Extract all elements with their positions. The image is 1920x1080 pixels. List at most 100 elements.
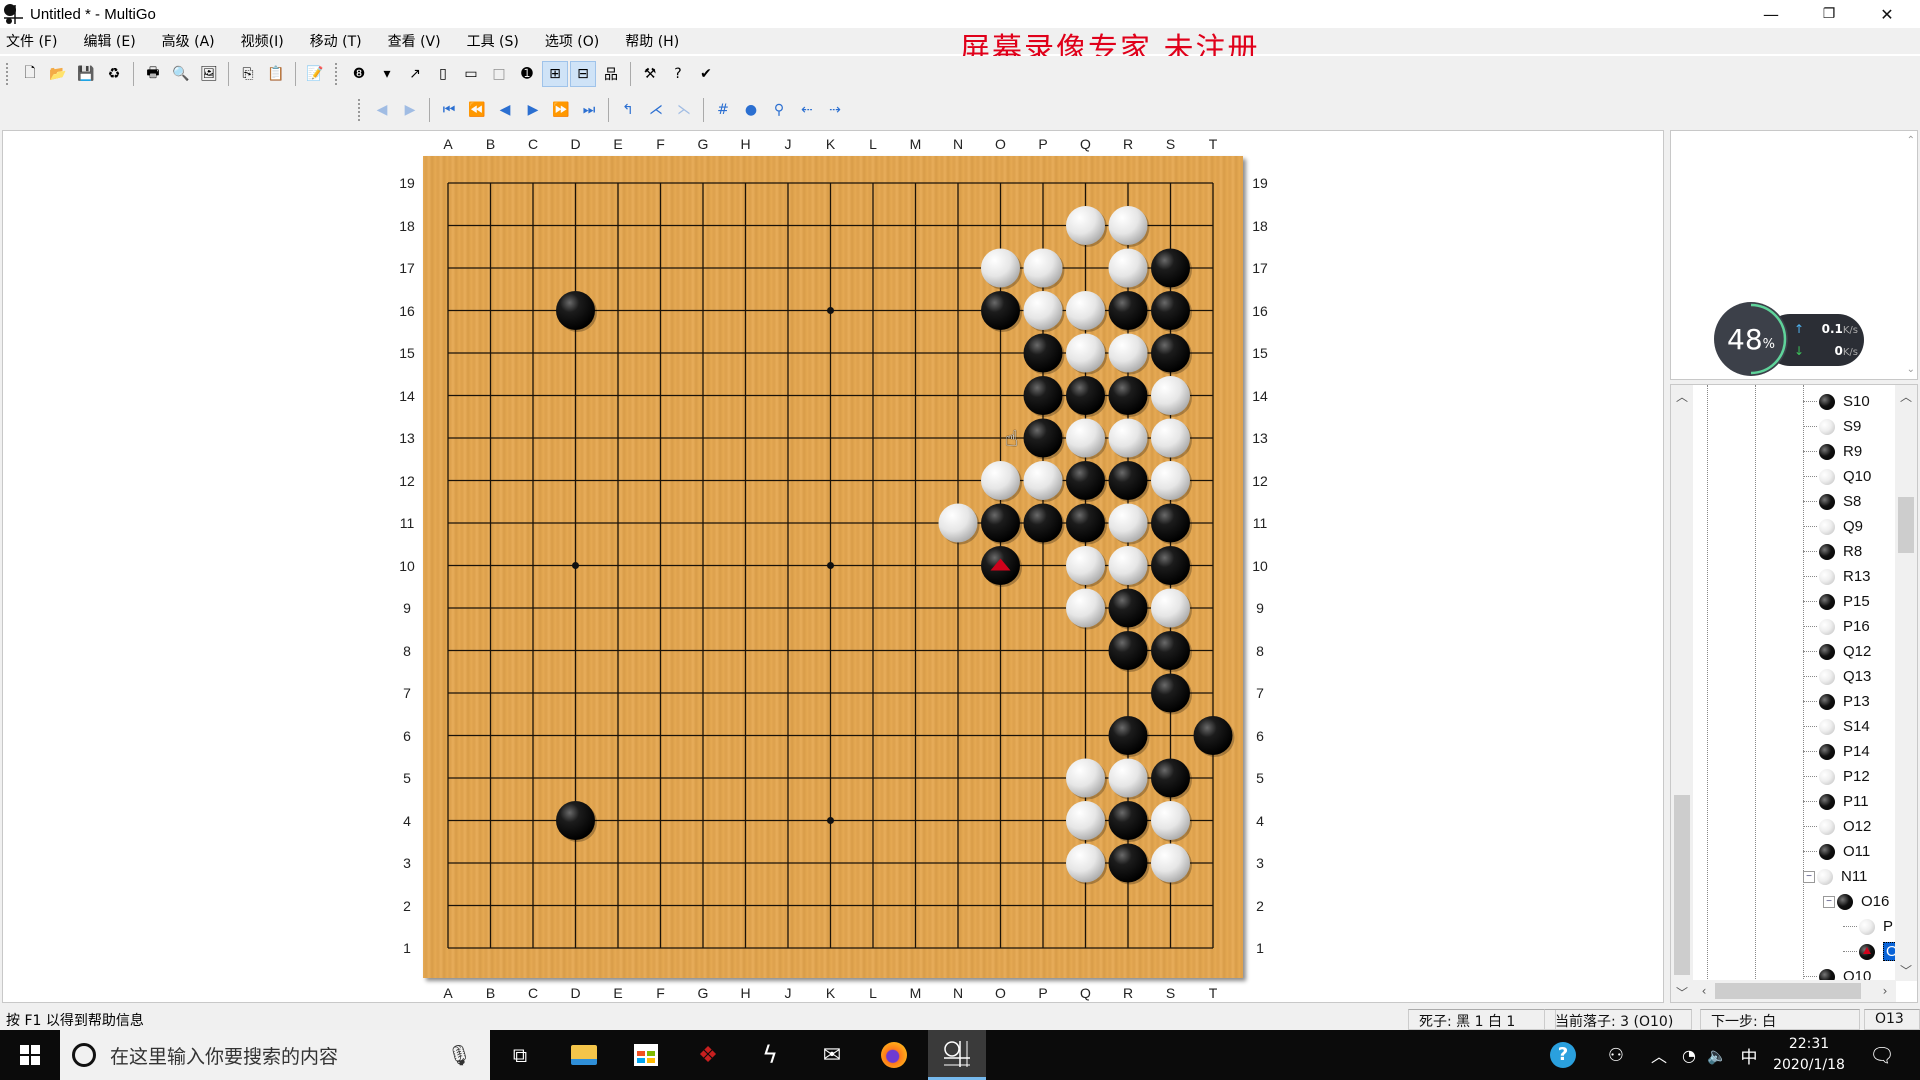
white-stone-R11[interactable]: [1108, 503, 1148, 543]
menu-item[interactable]: 视频(I): [235, 31, 294, 51]
up-variation-icon[interactable]: ↰: [615, 97, 641, 123]
app-icon-lightning[interactable]: ϟ: [744, 1030, 796, 1080]
white-stone-S3[interactable]: [1151, 843, 1190, 883]
black-stone-R6[interactable]: [1108, 716, 1148, 755]
menu-item[interactable]: 文件 (F): [0, 31, 67, 51]
microphone-icon[interactable]: 🎙: [447, 1043, 472, 1067]
white-stone-O17[interactable]: [981, 248, 1020, 288]
move-tree-item[interactable]: P11: [1803, 789, 1869, 814]
refresh-icon[interactable]: ♻: [101, 61, 127, 87]
black-stone-R9[interactable]: [1108, 588, 1148, 628]
scrollbar-thumb[interactable]: [1898, 497, 1914, 553]
black-stone-S5[interactable]: [1151, 758, 1190, 798]
show-hidden-icons-chevron[interactable]: ︿: [1646, 1030, 1672, 1080]
maximize-button[interactable]: ❐: [1800, 0, 1858, 28]
file-explorer-icon[interactable]: [558, 1030, 610, 1080]
right-scrollbar[interactable]: ︿ ﹀: [1895, 385, 1917, 981]
white-stone-O12[interactable]: [981, 461, 1020, 500]
toolbar-grip[interactable]: [358, 99, 362, 121]
black-stone-R14[interactable]: [1108, 376, 1148, 415]
save-icon[interactable]: 💾: [73, 61, 99, 87]
hierarchy-icon[interactable]: 品: [598, 61, 624, 87]
move-tree-item[interactable]: S14: [1803, 714, 1870, 739]
scroll-down-arrow[interactable]: ﹀: [1895, 959, 1917, 981]
black-stone-Q11[interactable]: [1066, 503, 1105, 543]
taskbar-search-box[interactable]: 在这里输入你要搜索的内容 🎙: [60, 1030, 490, 1080]
collapse-toggle[interactable]: −: [1803, 870, 1815, 883]
move-tree-item[interactable]: O12: [1803, 814, 1871, 839]
app-icon-red[interactable]: ❖: [682, 1030, 734, 1080]
move-tree-item[interactable]: R9: [1803, 439, 1862, 464]
black-stone-T6[interactable]: [1193, 716, 1233, 755]
white-stone-Q15[interactable]: [1066, 333, 1105, 373]
black-stone-P14[interactable]: [1023, 376, 1063, 415]
black-stone-S10[interactable]: [1151, 546, 1190, 585]
image-export-icon[interactable]: 🖼: [196, 61, 222, 87]
white-stone-Q16[interactable]: [1066, 291, 1105, 330]
black-stone-R16[interactable]: [1108, 291, 1148, 330]
left-scrollbar[interactable]: ︿ ﹀: [1671, 385, 1693, 1002]
move-tree-item[interactable]: − O16: [1823, 889, 1889, 914]
scroll-left-arrow[interactable]: ‹: [1693, 980, 1715, 1002]
move-tree-item[interactable]: O11: [1803, 839, 1870, 864]
find-stone-icon[interactable]: ●: [738, 97, 764, 123]
white-stone-P12[interactable]: [1023, 461, 1063, 500]
help-stone-icon[interactable]: ?: [665, 61, 691, 87]
move-tree-item[interactable]: P14: [1803, 739, 1870, 764]
blank-icon[interactable]: □: [486, 61, 512, 87]
black-stone-S11[interactable]: [1151, 503, 1190, 543]
move-tree-item[interactable]: O: [1843, 939, 1901, 964]
first-move-icon[interactable]: ⏮: [436, 97, 462, 123]
menu-item[interactable]: 选项 (O): [539, 31, 609, 51]
black-stone-S7[interactable]: [1151, 673, 1190, 713]
black-stone-D16[interactable]: [556, 291, 595, 330]
scroll-up-arrow[interactable]: ︿: [1895, 385, 1917, 407]
scroll-down-arrow[interactable]: ﹀: [1671, 981, 1693, 1002]
prev-move-icon[interactable]: ◀: [492, 97, 518, 123]
move-tree-item[interactable]: S9: [1803, 414, 1861, 439]
find-next-icon[interactable]: ⇢: [822, 97, 848, 123]
white-stone-S9[interactable]: [1151, 588, 1190, 628]
menu-item[interactable]: 移动 (T): [304, 31, 372, 51]
black-stone-S15[interactable]: [1151, 333, 1190, 373]
move-tree-item[interactable]: P12: [1803, 764, 1870, 789]
multigo-taskbar-button[interactable]: [928, 1030, 986, 1080]
scrollbar-thumb[interactable]: [1674, 795, 1690, 975]
black-stone-Q12[interactable]: [1066, 461, 1105, 500]
toolbar-grip[interactable]: [6, 63, 10, 85]
move-tree-item[interactable]: R13: [1803, 564, 1871, 589]
black-stone-D4[interactable]: [556, 801, 595, 840]
menu-item[interactable]: 帮助 (H): [619, 31, 689, 51]
split-vertical-icon[interactable]: ▯: [430, 61, 456, 87]
black-stone-R8[interactable]: [1108, 631, 1148, 670]
menu-item[interactable]: 工具 (S): [461, 31, 529, 51]
move-tree-item[interactable]: P15: [1803, 589, 1870, 614]
tree-branch-icon[interactable]: ⊟: [570, 61, 596, 87]
collapse-toggle[interactable]: −: [1823, 895, 1835, 908]
move-tree-item[interactable]: P13: [1803, 689, 1870, 714]
board-grid[interactable]: [3, 131, 1665, 1004]
minimize-button[interactable]: —: [1742, 0, 1800, 28]
last-move-icon[interactable]: ⏭: [576, 97, 602, 123]
ime-indicator[interactable]: 中: [1734, 1030, 1764, 1080]
action-center-icon[interactable]: 🗨: [1860, 1030, 1904, 1080]
white-stone-R18[interactable]: [1108, 206, 1148, 245]
close-button[interactable]: ✕: [1858, 0, 1916, 28]
horizontal-scrollbar[interactable]: ‹ ›: [1693, 980, 1896, 1002]
next-variation-icon[interactable]: ⋋: [671, 97, 697, 123]
white-stone-S13[interactable]: [1151, 418, 1190, 458]
find-icon[interactable]: ⚲: [766, 97, 792, 123]
start-button[interactable]: [0, 1030, 60, 1080]
scroll-up-arrow[interactable]: ︿: [1671, 385, 1693, 407]
black-stone-O11[interactable]: [981, 503, 1020, 543]
people-icon[interactable]: ⚇: [1596, 1030, 1636, 1080]
scroll-down-arrow[interactable]: ⌄: [1907, 364, 1915, 375]
split-horizontal-icon[interactable]: ▭: [458, 61, 484, 87]
black-stone-P15[interactable]: [1023, 333, 1063, 373]
fast-forward-icon[interactable]: ⏩: [548, 97, 574, 123]
menu-item[interactable]: 编辑 (E): [77, 31, 145, 51]
black-stone-R4[interactable]: [1108, 801, 1148, 840]
dropdown-arrow-icon[interactable]: ▾: [374, 61, 400, 87]
white-stone-R10[interactable]: [1108, 546, 1148, 585]
store-icon[interactable]: [620, 1030, 672, 1080]
